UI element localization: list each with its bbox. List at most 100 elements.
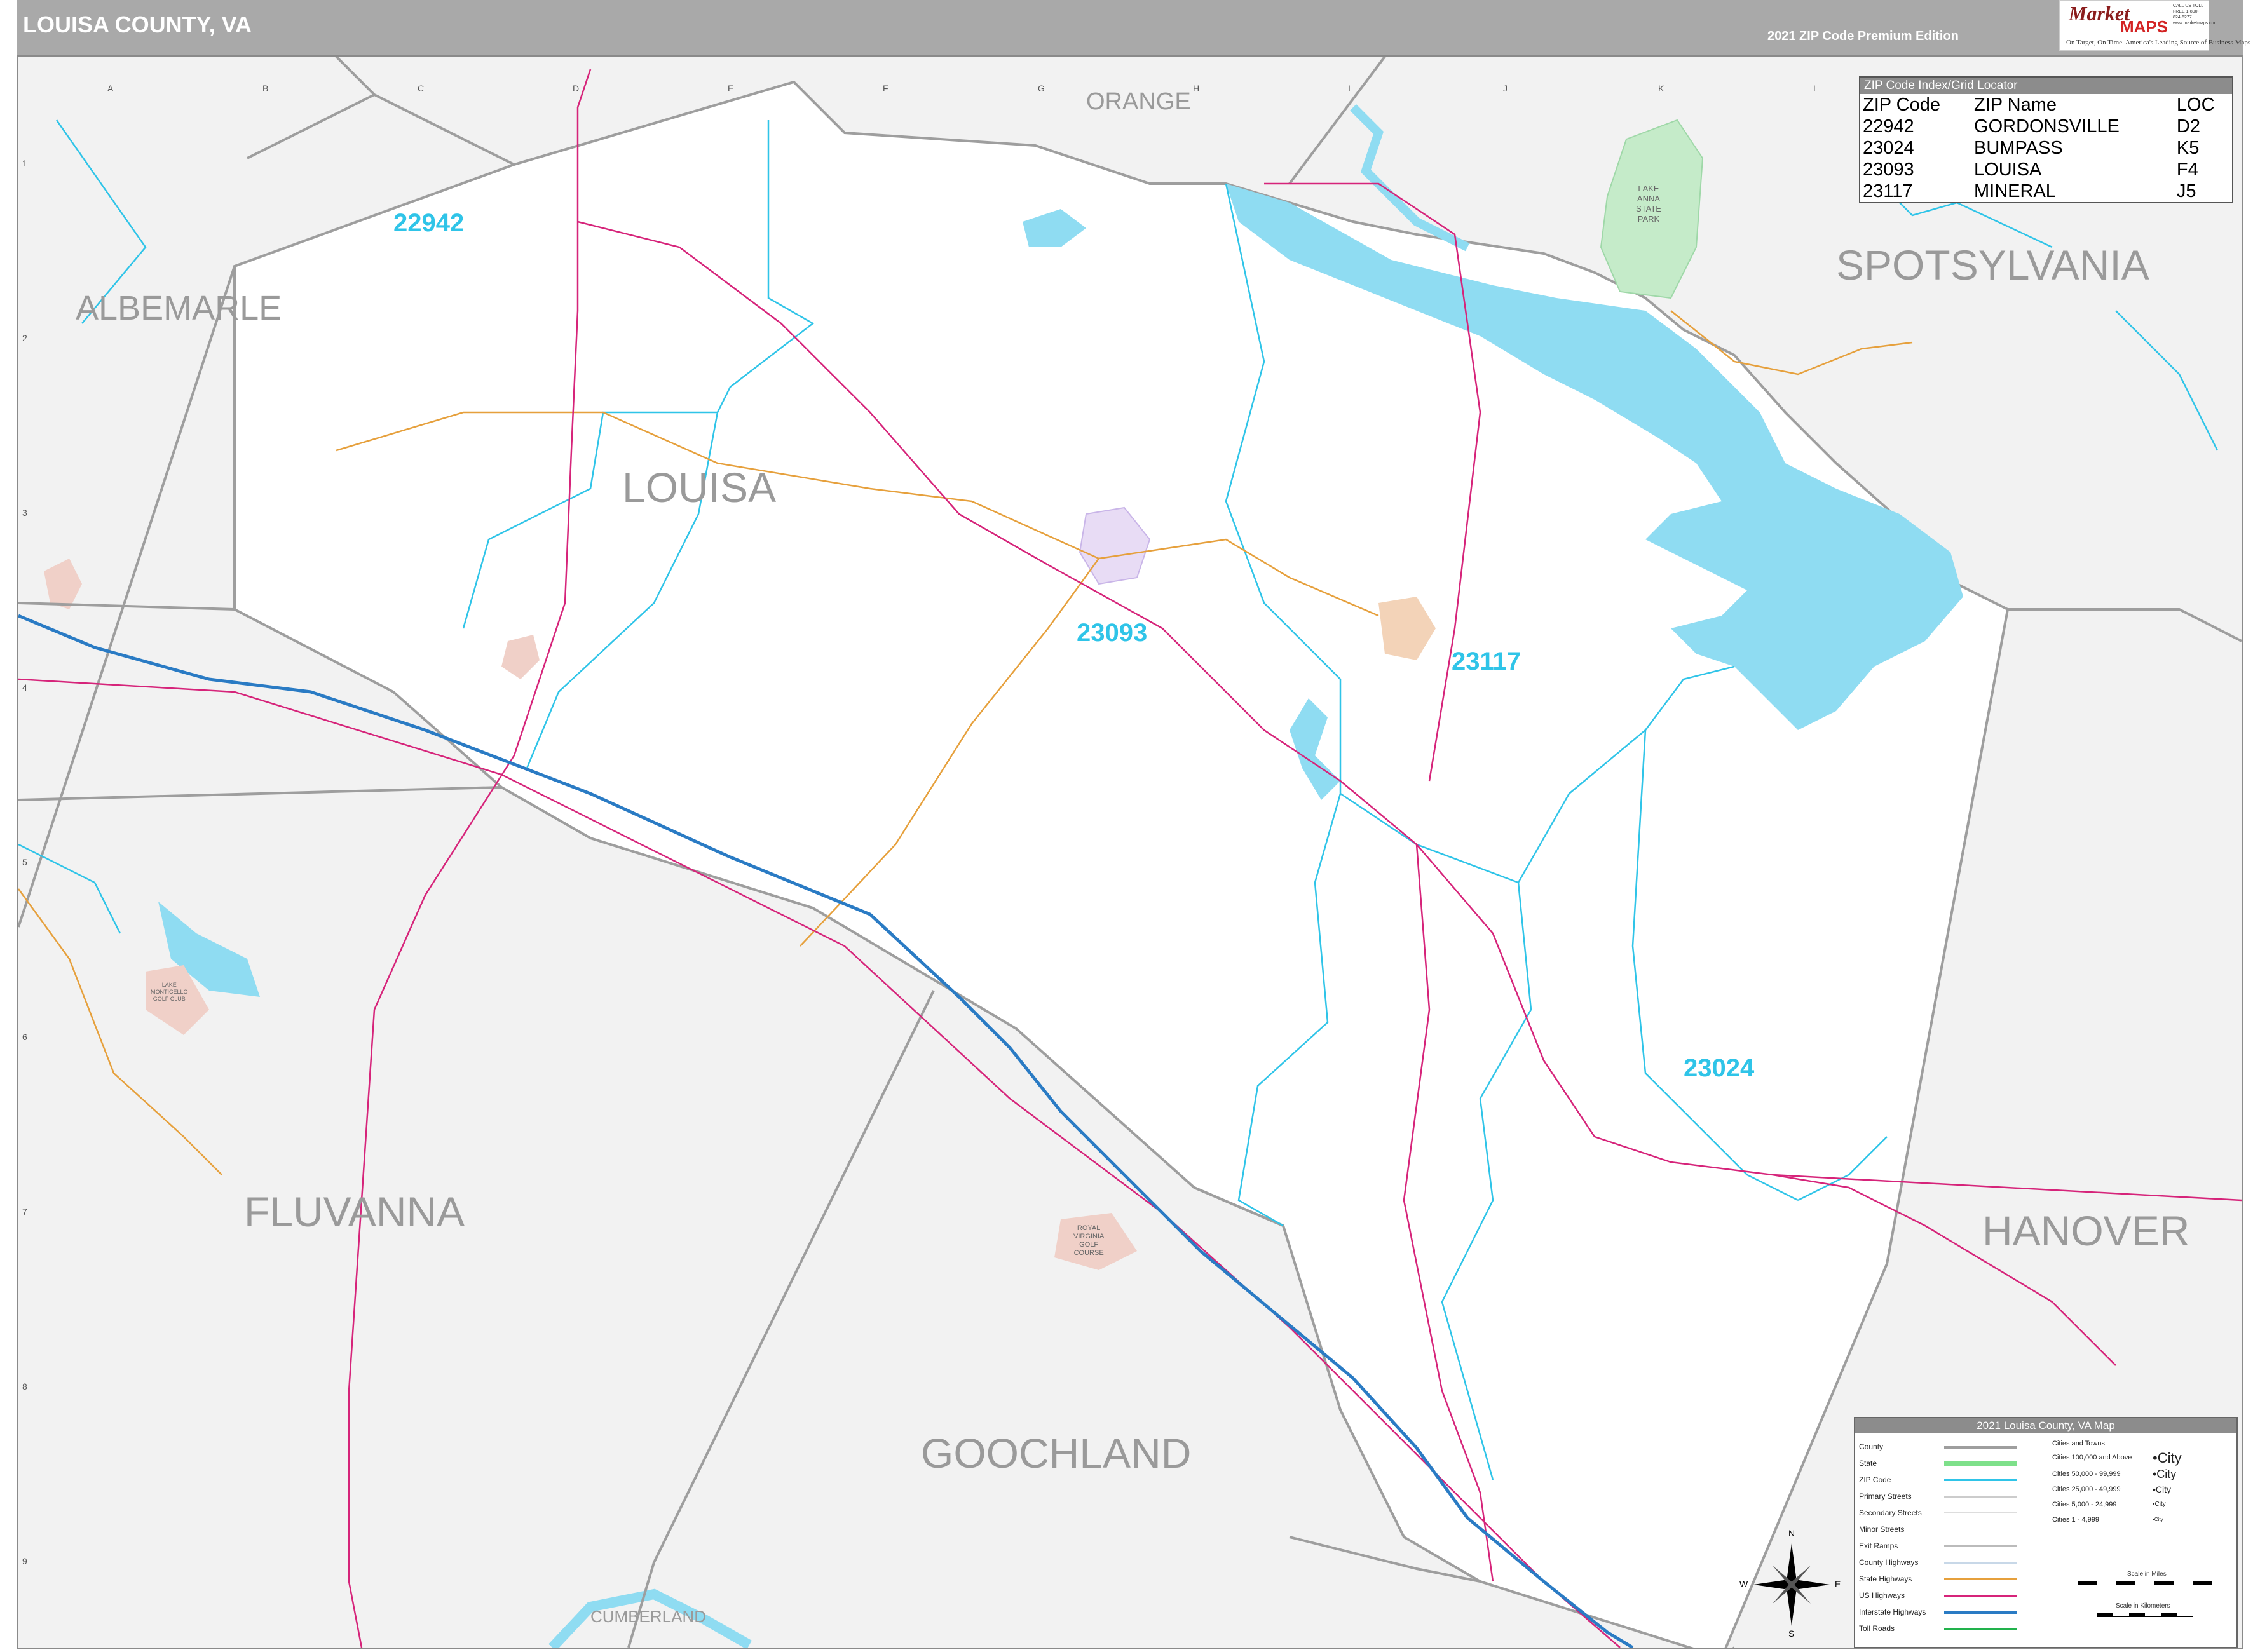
zip-index-row[interactable]: 23024 BUMPASS K5	[1860, 137, 2232, 159]
grid-number-2: 2	[22, 333, 27, 343]
zip-name-cell: GORDONSVILLE	[1974, 116, 2120, 137]
col-zip-code: ZIP Code	[1863, 95, 1940, 115]
lake-monticello-label: LAKE MONTICELLO GOLF CLUB	[151, 982, 188, 1003]
legend-swatch-interstate	[1944, 1611, 2017, 1614]
legend-label-toll: Toll Roads	[1859, 1624, 1895, 1633]
grid-number-8: 8	[22, 1381, 27, 1391]
legend-label-county: County	[1859, 1442, 1884, 1451]
zip-index-table: ZIP Code Index/Grid Locator ZIP Code ZIP…	[1859, 76, 2233, 203]
legend-city-range-5: Cities 1 - 4,999	[2052, 1516, 2099, 1524]
zip-code-cell: 23093	[1863, 159, 1914, 180]
logo-tagline: On Target, On Time. America's Leading So…	[2066, 39, 2251, 46]
title-banner: LOUISA COUNTY, VA 2021 ZIP Code Premium …	[17, 0, 2243, 55]
col-loc: LOC	[2176, 95, 2215, 115]
county-label-cumberland: CUMBERLAND	[590, 1607, 707, 1626]
legend-label-minor: Minor Streets	[1859, 1525, 1905, 1534]
compass-e-label: E	[1835, 1579, 1841, 1589]
legend-city-sample-4: •City	[2153, 1501, 2166, 1508]
zip-label-23117[interactable]: 23117	[1452, 647, 1521, 676]
legend-label-ramps: Exit Ramps	[1859, 1541, 1898, 1550]
grid-letter-e: E	[728, 83, 734, 93]
legend-swatch-zip	[1944, 1479, 2017, 1481]
zip-loc-cell: J5	[2176, 181, 2196, 201]
zip-loc-cell: F4	[2176, 159, 2198, 180]
zip-index-row[interactable]: 23117 MINERAL J5	[1860, 180, 2232, 202]
grid-letter-i: I	[1348, 83, 1351, 93]
map-canvas[interactable]: A B C D E F G H I J K L M N 1 2 3 4 5 6 …	[17, 55, 2243, 1649]
legend-title: 2021 Louisa County, VA Map	[1855, 1418, 2236, 1433]
legend-label-county-hwy: County Highways	[1859, 1558, 1919, 1567]
zip-index-row[interactable]: 22942 GORDONSVILLE D2	[1860, 116, 2232, 137]
grid-number-1: 1	[22, 158, 27, 168]
louisa-county-area	[233, 80, 2010, 1648]
zip-loc-cell: D2	[2176, 116, 2200, 137]
grid-letter-k: K	[1658, 83, 1664, 93]
col-zip-name: ZIP Name	[1974, 95, 2057, 115]
grid-letter-j: J	[1503, 83, 1508, 93]
compass-w-label: W	[1739, 1579, 1748, 1589]
zip-name-cell: BUMPASS	[1974, 138, 2063, 158]
compass-n-label: N	[1788, 1528, 1795, 1538]
grid-number-6: 6	[22, 1032, 27, 1042]
grid-number-9: 9	[22, 1556, 27, 1566]
legend-swatch-secondary	[1944, 1512, 2017, 1513]
legend-swatch-toll	[1944, 1628, 2017, 1630]
golf-label-line-2: VIRGINIA	[1073, 1233, 1105, 1240]
legend-label-us-hwy: US Highways	[1859, 1591, 1905, 1600]
legend-swatch-state	[1944, 1461, 2017, 1466]
legend-city-sample-3: •City	[2153, 1484, 2172, 1494]
golf-label-line-4: COURSE	[1073, 1249, 1104, 1257]
grid-letter-f: F	[883, 83, 888, 93]
county-label-albemarle: ALBEMARLE	[76, 289, 282, 327]
scale-km-label: Scale in Kilometers	[2116, 1602, 2170, 1609]
zip-index-columns: ZIP Code ZIP Name LOC	[1860, 94, 2232, 116]
map-title: LOUISA COUNTY, VA	[23, 11, 252, 37]
edition-label: 2021 ZIP Code Premium Edition	[1767, 29, 1959, 43]
county-label-louisa: LOUISA	[622, 464, 777, 511]
golf-label-line-3: GOLF	[1079, 1241, 1099, 1249]
grid-letter-c: C	[418, 83, 425, 93]
legend-label-state: State	[1859, 1459, 1877, 1468]
scale-miles-bar	[2078, 1581, 2212, 1585]
grid-letter-l: L	[1813, 83, 1818, 93]
legend-city-range-1: Cities 100,000 and Above	[2052, 1454, 2132, 1461]
zip-index-header: ZIP Code Index/Grid Locator	[1860, 78, 2232, 94]
zip-index-row[interactable]: 23093 LOUISA F4	[1860, 159, 2232, 180]
scale-km-bar	[2097, 1613, 2193, 1617]
legend-label-state-hwy: State Highways	[1859, 1574, 1912, 1583]
logo-phone: CALL US TOLL FREE 1-800-824-6277 www.mar…	[2173, 4, 2218, 25]
legend-swatch-county	[1944, 1446, 2017, 1449]
grid-letter-d: D	[573, 83, 580, 93]
gordonsville-area	[44, 559, 82, 609]
legend-city-sample-5: •City	[2153, 1517, 2163, 1522]
compass-rose-icon	[1753, 1543, 1830, 1626]
zip-label-23024[interactable]: 23024	[1684, 1054, 1754, 1083]
compass-s-label: S	[1788, 1628, 1795, 1639]
zip-code-cell: 23024	[1863, 138, 1914, 158]
grid-letter-a: A	[107, 83, 114, 93]
county-label-goochland: GOOCHLAND	[921, 1430, 1192, 1477]
county-label-spotsylvania: SPOTSYLVANIA	[1836, 241, 2149, 288]
map-legend: 2021 Louisa County, VA Map County State …	[1854, 1417, 2238, 1648]
legend-label-zip: ZIP Code	[1859, 1475, 1891, 1484]
legend-swatch-county-hwy	[1944, 1562, 2017, 1564]
legend-city-sample-2: •City	[2153, 1468, 2177, 1480]
grid-letter-b: B	[262, 83, 269, 93]
map-svg	[18, 57, 2242, 1648]
park-label-line-4: PARK	[1637, 214, 1660, 224]
legend-city-range-3: Cities 25,000 - 49,999	[2052, 1486, 2121, 1493]
zip-name-cell: LOUISA	[1974, 159, 2042, 180]
monticello-label-line-1: LAKE	[161, 982, 177, 988]
zip-code-cell: 22942	[1863, 116, 1914, 137]
monticello-label-line-3: GOLF CLUB	[153, 996, 186, 1002]
grid-letter-h: H	[1193, 83, 1200, 93]
zip-label-22942[interactable]: 22942	[393, 209, 464, 238]
zip-name-cell: MINERAL	[1974, 181, 2056, 201]
zip-label-23093[interactable]: 23093	[1077, 619, 1147, 647]
county-label-hanover: HANOVER	[1982, 1207, 2190, 1254]
legend-label-primary: Primary Streets	[1859, 1492, 1912, 1501]
county-label-orange: ORANGE	[1086, 88, 1191, 115]
logo-word-maps: MAPS	[2120, 17, 2168, 36]
grid-number-5: 5	[22, 857, 27, 867]
grid-number-3: 3	[22, 508, 27, 518]
